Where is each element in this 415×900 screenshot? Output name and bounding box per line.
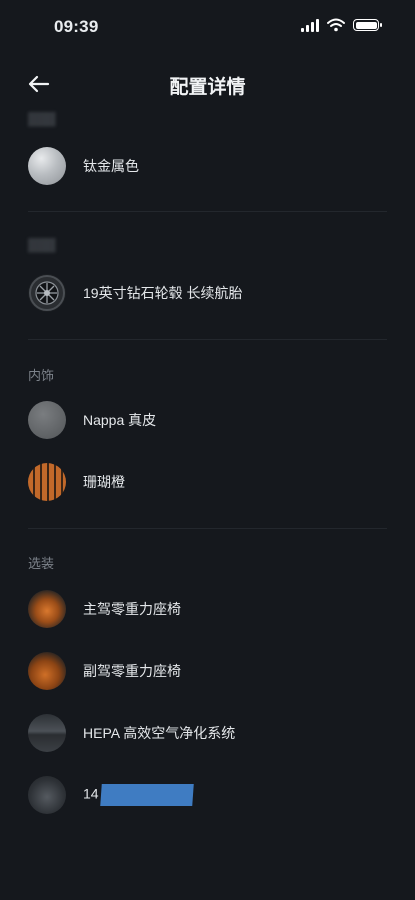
item-label: 14 <box>83 784 194 806</box>
redaction-box <box>99 784 194 806</box>
coral-orange-swatch <box>28 463 66 501</box>
divider <box>28 528 387 529</box>
system-icons <box>301 18 382 32</box>
wifi-icon <box>327 18 345 32</box>
item-label: 钛金属色 <box>83 158 139 174</box>
titanium-swatch <box>28 147 66 185</box>
page-title: 配置详情 <box>169 77 246 98</box>
signal-icon <box>301 18 319 32</box>
list-item-passenger-seat: 副驾零重力座椅 <box>28 651 387 691</box>
car-image <box>28 776 66 814</box>
nappa-swatch <box>28 401 66 439</box>
item-label: Nappa 真皮 <box>83 412 157 428</box>
header: 配置详情 <box>0 60 415 108</box>
battery-icon <box>353 19 382 31</box>
item-label: 主驾零重力座椅 <box>83 601 181 617</box>
section-label-options: 选装 <box>28 556 55 571</box>
section-label-exterior: ▒▒▒ <box>28 111 56 126</box>
air-filter-image <box>28 714 66 752</box>
item-label: 副驾零重力座椅 <box>83 663 181 679</box>
divider <box>28 211 387 212</box>
item-label: 珊瑚橙 <box>83 474 125 490</box>
list-item-driver-seat: 主驾零重力座椅 <box>28 589 387 629</box>
status-time: 09:39 <box>54 17 99 36</box>
list-item-interior-material: Nappa 真皮 <box>28 400 387 440</box>
list-item-wheels: 19英寸钻石轮毂 长续航胎 <box>28 273 387 313</box>
driver-seat-image <box>28 590 66 628</box>
passenger-seat-image <box>28 652 66 690</box>
wheel-icon <box>28 274 66 312</box>
status-bar: 09:39 <box>0 0 415 56</box>
item-label: 19英寸钻石轮毂 长续航胎 <box>83 285 243 301</box>
list-item-exterior-color: 钛金属色 <box>28 146 387 186</box>
divider <box>28 339 387 340</box>
item-label-text: 14 <box>83 785 99 802</box>
section-label-wheels: ▒▒▒ <box>28 237 56 252</box>
list-item-hepa: HEPA 高效空气净化系统 <box>28 713 387 753</box>
list-item-interior-color: 珊瑚橙 <box>28 462 387 502</box>
section-label-interior: 内饰 <box>28 368 55 383</box>
list-item-redacted: 14 <box>28 775 387 815</box>
item-label: HEPA 高效空气净化系统 <box>83 725 236 741</box>
